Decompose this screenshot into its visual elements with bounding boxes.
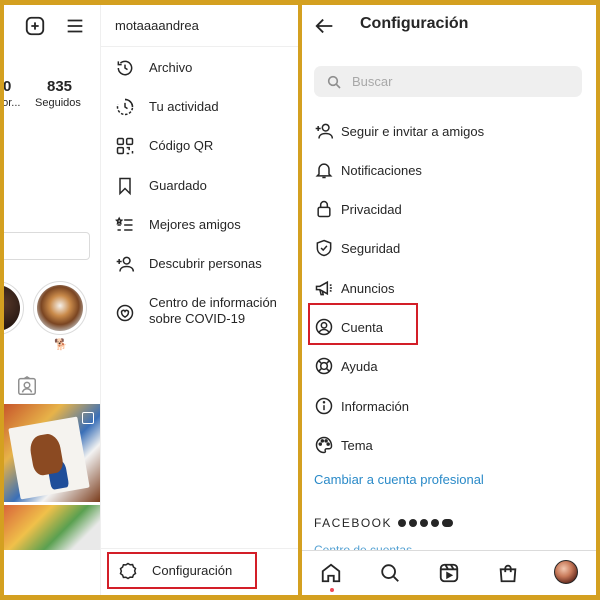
palette-icon bbox=[315, 436, 333, 454]
facebook-section: FACEBOOK bbox=[314, 516, 454, 530]
qr-code-icon bbox=[116, 137, 134, 155]
settings-item-notificaciones[interactable]: Notificaciones bbox=[314, 159, 422, 181]
add-person-icon bbox=[315, 123, 334, 139]
settings-item-privacidad[interactable]: Privacidad bbox=[314, 198, 402, 220]
lifebuoy-icon bbox=[315, 357, 333, 375]
followers-count[interactable]: 0 bbox=[4, 78, 11, 95]
settings-item-informacion[interactable]: Información bbox=[314, 395, 409, 417]
shield-icon bbox=[316, 239, 332, 257]
drawer-item-archivo[interactable]: Archivo bbox=[115, 58, 192, 78]
story-highlight[interactable] bbox=[33, 281, 87, 335]
facebook-label: FACEBOOK bbox=[314, 516, 393, 530]
avatar[interactable] bbox=[554, 560, 578, 584]
search-icon bbox=[327, 75, 341, 89]
drawer-item-descubrir[interactable]: Descubrir personas bbox=[115, 254, 262, 274]
covid-line-1: Centro de información bbox=[149, 295, 277, 310]
settings-item-tema[interactable]: Tema bbox=[314, 434, 373, 456]
followers-label[interactable]: dor... bbox=[4, 97, 20, 109]
lock-icon bbox=[317, 200, 331, 218]
profile-screen-with-drawer: 0 dor... 835 Seguidos 🐕 motaaaandrea Arc… bbox=[4, 5, 298, 595]
tagged-photos-icon[interactable] bbox=[16, 375, 38, 397]
search-icon[interactable] bbox=[379, 562, 401, 584]
settings-item-seguir[interactable]: Seguir e invitar a amigos bbox=[314, 120, 484, 142]
drawer-item-mejores-amigos[interactable]: Mejores amigos bbox=[115, 215, 241, 235]
page-title: Configuración bbox=[360, 15, 469, 32]
divider bbox=[101, 548, 298, 549]
search-bar[interactable] bbox=[314, 66, 582, 97]
divider bbox=[101, 46, 298, 47]
multi-post-icon bbox=[82, 412, 94, 424]
archive-icon bbox=[117, 60, 133, 76]
drawer-item-configuracion[interactable]: Configuración bbox=[107, 552, 257, 589]
notification-dot bbox=[330, 588, 334, 592]
add-person-icon bbox=[116, 256, 135, 272]
settings-item-anuncios[interactable]: Anuncios bbox=[314, 277, 394, 299]
cuenta-highlight-box bbox=[308, 303, 418, 345]
post-thumbnail[interactable] bbox=[4, 404, 100, 502]
highlight-label: 🐕 bbox=[54, 339, 68, 351]
megaphone-icon bbox=[315, 280, 332, 296]
profile-page: 0 dor... 835 Seguidos 🐕 bbox=[4, 5, 100, 550]
search-input[interactable] bbox=[352, 74, 552, 89]
following-label[interactable]: Seguidos bbox=[35, 97, 81, 109]
bottom-nav bbox=[302, 550, 596, 595]
reels-icon[interactable] bbox=[438, 562, 460, 584]
post-thumbnail[interactable] bbox=[4, 505, 100, 550]
settings-item-seguridad[interactable]: Seguridad bbox=[314, 237, 400, 259]
side-drawer: motaaaandrea Archivo Tu actividad Código… bbox=[100, 5, 298, 595]
drawer-item-qr[interactable]: Código QR bbox=[115, 136, 213, 156]
covid-line-2: sobre COVID-19 bbox=[149, 311, 246, 326]
activity-icon bbox=[116, 98, 134, 116]
close-friends-icon bbox=[115, 216, 133, 231]
shop-icon[interactable] bbox=[497, 562, 519, 584]
facebook-app-icons bbox=[398, 519, 454, 527]
drawer-item-guardado[interactable]: Guardado bbox=[115, 176, 207, 196]
bell-icon bbox=[315, 163, 333, 179]
info-icon bbox=[315, 397, 333, 415]
drawer-item-actividad[interactable]: Tu actividad bbox=[115, 97, 219, 117]
new-post-icon[interactable] bbox=[24, 15, 46, 37]
following-count[interactable]: 835 bbox=[47, 78, 72, 95]
switch-professional-link[interactable]: Cambiar a cuenta profesional bbox=[314, 472, 484, 487]
dog-photo bbox=[37, 285, 83, 331]
settings-item-ayuda[interactable]: Ayuda bbox=[314, 355, 378, 377]
story-highlight[interactable] bbox=[4, 281, 24, 335]
back-arrow-icon[interactable] bbox=[314, 15, 336, 37]
menu-icon[interactable] bbox=[64, 15, 86, 37]
settings-icon bbox=[119, 562, 137, 579]
drawer-username: motaaaandrea bbox=[115, 18, 199, 33]
bookmark-icon bbox=[119, 177, 131, 196]
settings-screen: Configuración Seguir e invitar a amigos … bbox=[302, 5, 596, 595]
edit-profile-button[interactable] bbox=[4, 232, 90, 260]
home-icon[interactable] bbox=[320, 562, 342, 584]
drawer-item-covid[interactable]: Centro de información sobre COVID-19 bbox=[115, 295, 277, 327]
covid-info-icon bbox=[116, 304, 134, 322]
